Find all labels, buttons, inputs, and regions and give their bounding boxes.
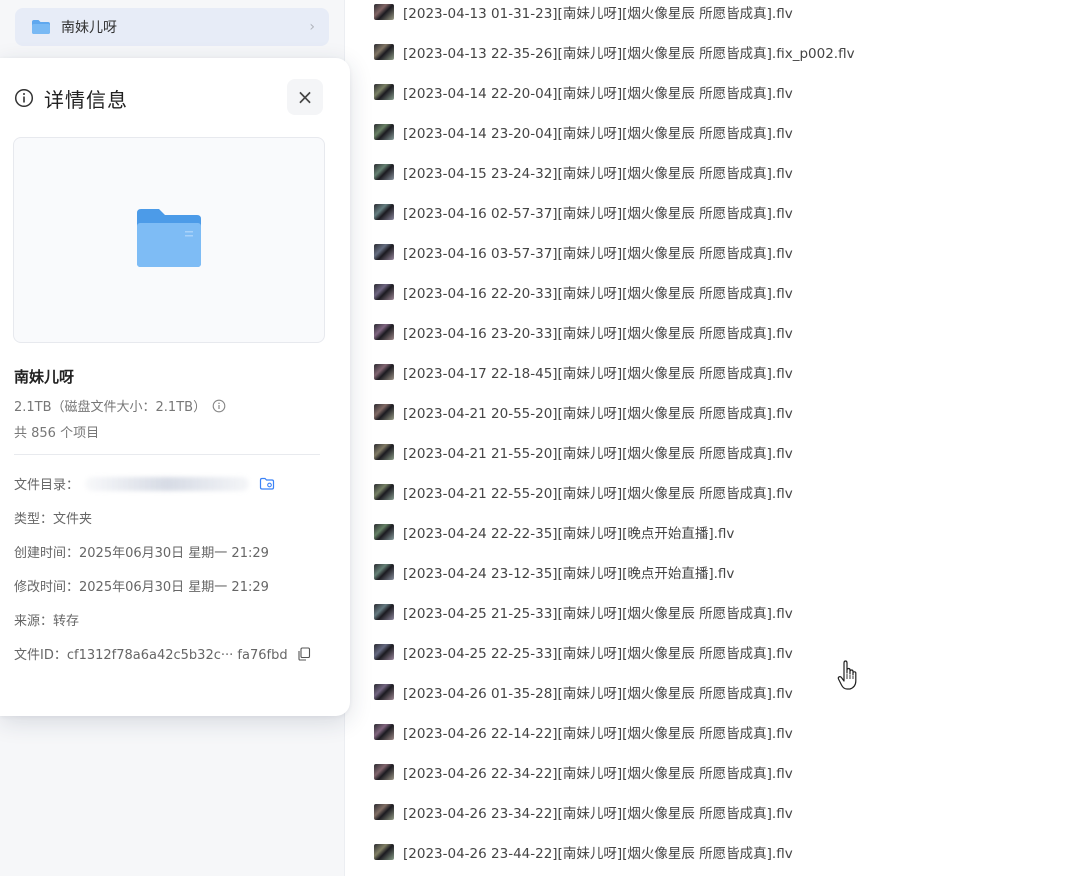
video-thumbnail-icon [374, 164, 394, 180]
modified-row: 修改时间：2025年06月30日 星期一 21:29 [14, 580, 269, 595]
file-name: [2023-04-26 01-35-28][南妹儿呀][烟火像星辰 所愿皆成真]… [403, 686, 793, 702]
file-row[interactable]: [2023-04-13 01-31-23][南妹儿呀][烟火像星辰 所愿皆成真]… [374, 1, 1054, 23]
video-thumbnail-icon [374, 4, 394, 20]
file-row[interactable]: [2023-04-26 23-44-22][南妹儿呀][烟火像星辰 所愿皆成真]… [374, 841, 1054, 863]
file-name: [2023-04-17 22-18-45][南妹儿呀][烟火像星辰 所愿皆成真]… [403, 366, 793, 382]
file-row[interactable]: [2023-04-17 22-18-45][南妹儿呀][烟火像星辰 所愿皆成真]… [374, 361, 1054, 383]
file-row[interactable]: [2023-04-24 22-22-35][南妹儿呀][晚点开始直播].flv [374, 521, 1054, 543]
file-name: [2023-04-16 02-57-37][南妹儿呀][烟火像星辰 所愿皆成真]… [403, 206, 793, 222]
hand-pointer-icon [835, 660, 861, 692]
created-row: 创建时间：2025年06月30日 星期一 21:29 [14, 546, 269, 561]
video-thumbnail-icon [374, 684, 394, 700]
info-circle-icon [14, 88, 34, 108]
file-name: [2023-04-13 22-35-26][南妹儿呀][烟火像星辰 所愿皆成真]… [403, 46, 855, 62]
video-thumbnail-icon [374, 44, 394, 60]
close-button[interactable]: × [287, 79, 323, 115]
file-row[interactable]: [2023-04-14 23-20-04][南妹儿呀][烟火像星辰 所愿皆成真]… [374, 121, 1054, 143]
close-icon: × [296, 85, 314, 109]
video-thumbnail-icon [374, 564, 394, 580]
file-id-row: 文件ID：cf1312f78a6a42c5b32c··· fa76fbd [14, 644, 312, 663]
video-thumbnail-icon [374, 204, 394, 220]
file-id-text: 文件ID：cf1312f78a6a42c5b32c··· fa76fbd [14, 648, 288, 663]
file-row[interactable]: [2023-04-16 03-57-37][南妹儿呀][烟火像星辰 所愿皆成真]… [374, 241, 1054, 263]
file-row[interactable]: [2023-04-13 22-35-26][南妹儿呀][烟火像星辰 所愿皆成真]… [374, 41, 1054, 63]
video-thumbnail-icon [374, 84, 394, 100]
video-thumbnail-icon [374, 604, 394, 620]
copy-icon[interactable] [296, 646, 312, 662]
video-thumbnail-icon [374, 244, 394, 260]
type-row: 类型：文件夹 [14, 512, 93, 527]
details-panel: 详情信息 × 南妹儿呀 2.1TB（磁盘文件大小：2.1TB） 共 856 个项… [0, 58, 350, 716]
item-count: 共 856 个项目 [14, 426, 100, 441]
file-name: [2023-04-25 22-25-33][南妹儿呀][烟火像星辰 所愿皆成真]… [403, 646, 793, 662]
file-name: [2023-04-24 22-22-35][南妹儿呀][晚点开始直播].flv [403, 526, 735, 542]
file-name: [2023-04-26 23-44-22][南妹儿呀][烟火像星辰 所愿皆成真]… [403, 846, 793, 862]
video-thumbnail-icon [374, 844, 394, 860]
file-name: [2023-04-21 22-55-20][南妹儿呀][烟火像星辰 所愿皆成真]… [403, 486, 793, 502]
file-name: [2023-04-21 20-55-20][南妹儿呀][烟火像星辰 所愿皆成真]… [403, 406, 793, 422]
info-circle-icon[interactable] [212, 399, 226, 413]
file-row[interactable]: [2023-04-21 22-55-20][南妹儿呀][烟火像星辰 所愿皆成真]… [374, 481, 1054, 503]
file-list: [2023-04-13 01-31-23][南妹儿呀][烟火像星辰 所愿皆成真]… [374, 0, 1074, 876]
redacted-path [85, 476, 250, 491]
file-name: [2023-04-15 23-24-32][南妹儿呀][烟火像星辰 所愿皆成真]… [403, 166, 793, 182]
file-row[interactable]: [2023-04-16 22-20-33][南妹儿呀][烟火像星辰 所愿皆成真]… [374, 281, 1054, 303]
directory-row: 文件目录： [14, 474, 275, 493]
folder-icon [135, 207, 203, 273]
file-row[interactable]: [2023-04-21 21-55-20][南妹儿呀][烟火像星辰 所愿皆成真]… [374, 441, 1054, 463]
file-row[interactable]: [2023-04-25 22-25-33][南妹儿呀][烟火像星辰 所愿皆成真]… [374, 641, 1054, 663]
source-row: 来源：转存 [14, 614, 80, 629]
video-thumbnail-icon [374, 644, 394, 660]
video-thumbnail-icon [374, 484, 394, 500]
file-row[interactable]: [2023-04-16 02-57-37][南妹儿呀][烟火像星辰 所愿皆成真]… [374, 201, 1054, 223]
file-row[interactable]: [2023-04-15 23-24-32][南妹儿呀][烟火像星辰 所愿皆成真]… [374, 161, 1054, 183]
folder-name: 南妹儿呀 [14, 368, 75, 386]
file-name: [2023-04-14 23-20-04][南妹儿呀][烟火像星辰 所愿皆成真]… [403, 126, 793, 142]
video-thumbnail-icon [374, 404, 394, 420]
file-row[interactable]: [2023-04-26 01-35-28][南妹儿呀][烟火像星辰 所愿皆成真]… [374, 681, 1054, 703]
file-name: [2023-04-14 22-20-04][南妹儿呀][烟火像星辰 所愿皆成真]… [403, 86, 793, 102]
file-name: [2023-04-26 23-34-22][南妹儿呀][烟火像星辰 所愿皆成真]… [403, 806, 793, 822]
video-thumbnail-icon [374, 804, 394, 820]
directory-label: 文件目录： [14, 478, 80, 493]
file-row[interactable]: [2023-04-16 23-20-33][南妹儿呀][烟火像星辰 所愿皆成真]… [374, 321, 1054, 343]
file-row[interactable]: [2023-04-26 22-14-22][南妹儿呀][烟火像星辰 所愿皆成真]… [374, 721, 1054, 743]
details-header: 详情信息 [14, 84, 324, 112]
file-manager-window: 南妹儿呀 › 详情信息 × 南妹儿呀 2.1TB（磁盘文件大小：2.1TB） 共… [0, 0, 1080, 876]
file-row[interactable]: [2023-04-26 22-34-22][南妹儿呀][烟火像星辰 所愿皆成真]… [374, 761, 1054, 783]
folder-locate-icon[interactable] [259, 476, 275, 492]
file-name: [2023-04-16 23-20-33][南妹儿呀][烟火像星辰 所愿皆成真]… [403, 326, 793, 342]
file-row[interactable]: [2023-04-21 20-55-20][南妹儿呀][烟火像星辰 所愿皆成真]… [374, 401, 1054, 423]
file-row[interactable]: [2023-04-26 23-34-22][南妹儿呀][烟火像星辰 所愿皆成真]… [374, 801, 1054, 823]
current-folder-label: 南妹儿呀 [61, 20, 117, 36]
file-row[interactable]: [2023-04-14 22-20-04][南妹儿呀][烟火像星辰 所愿皆成真]… [374, 81, 1054, 103]
file-name: [2023-04-16 03-57-37][南妹儿呀][烟火像星辰 所愿皆成真]… [403, 246, 793, 262]
chevron-right-icon: › [309, 19, 315, 35]
file-name: [2023-04-26 22-14-22][南妹儿呀][烟火像星辰 所愿皆成真]… [403, 726, 793, 742]
file-name: [2023-04-21 21-55-20][南妹儿呀][烟火像星辰 所愿皆成真]… [403, 446, 793, 462]
folder-preview [13, 137, 325, 343]
file-name: [2023-04-24 23-12-35][南妹儿呀][晚点开始直播].flv [403, 566, 735, 582]
file-name: [2023-04-26 22-34-22][南妹儿呀][烟火像星辰 所愿皆成真]… [403, 766, 793, 782]
video-thumbnail-icon [374, 364, 394, 380]
folder-size-text: 2.1TB（磁盘文件大小：2.1TB） [14, 400, 207, 415]
current-folder-chip[interactable]: 南妹儿呀 › [15, 8, 329, 46]
folder-size: 2.1TB（磁盘文件大小：2.1TB） [14, 396, 226, 415]
file-row[interactable]: [2023-04-25 21-25-33][南妹儿呀][烟火像星辰 所愿皆成真]… [374, 601, 1054, 623]
file-row[interactable]: [2023-04-24 23-12-35][南妹儿呀][晚点开始直播].flv [374, 561, 1054, 583]
divider [14, 454, 320, 455]
file-name: [2023-04-13 01-31-23][南妹儿呀][烟火像星辰 所愿皆成真]… [403, 6, 793, 22]
video-thumbnail-icon [374, 764, 394, 780]
folder-icon [31, 19, 51, 35]
video-thumbnail-icon [374, 524, 394, 540]
video-thumbnail-icon [374, 724, 394, 740]
video-thumbnail-icon [374, 124, 394, 140]
details-title: 详情信息 [44, 87, 128, 112]
file-name: [2023-04-16 22-20-33][南妹儿呀][烟火像星辰 所愿皆成真]… [403, 286, 793, 302]
video-thumbnail-icon [374, 444, 394, 460]
video-thumbnail-icon [374, 284, 394, 300]
file-name: [2023-04-25 21-25-33][南妹儿呀][烟火像星辰 所愿皆成真]… [403, 606, 793, 622]
video-thumbnail-icon [374, 324, 394, 340]
